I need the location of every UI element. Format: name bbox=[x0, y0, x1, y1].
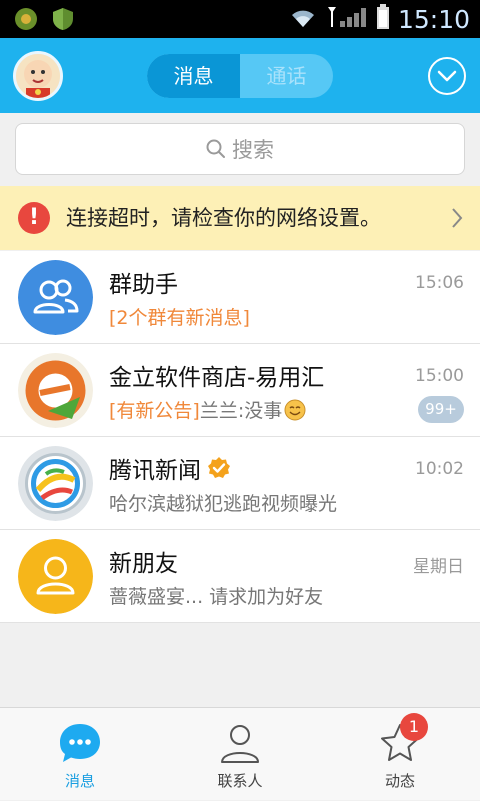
list-item[interactable]: 腾讯新闻 10:02 哈尔滨越狱犯逃跑视频曝光 bbox=[0, 437, 480, 530]
group-assistant-icon bbox=[18, 260, 93, 335]
battery-icon bbox=[376, 4, 390, 34]
list-item[interactable]: 群助手 15:06 [2个群有新消息] bbox=[0, 251, 480, 344]
app-store-icon bbox=[18, 353, 93, 428]
conversation-preview: 哈尔滨越狱犯逃跑视频曝光 bbox=[109, 493, 338, 515]
conversation-title: 金立软件商店-易用汇 bbox=[109, 365, 325, 391]
app-notification-icon bbox=[14, 7, 38, 31]
verified-badge-icon bbox=[208, 457, 230, 478]
unread-count-badge: 99+ bbox=[418, 396, 464, 423]
alert-icon: ! bbox=[18, 202, 50, 234]
conversation-time: 15:06 bbox=[415, 273, 464, 293]
chevron-right-icon bbox=[452, 208, 463, 228]
search-placeholder: 搜索 bbox=[232, 138, 274, 162]
search-box[interactable]: 搜索 bbox=[15, 123, 465, 175]
contacts-icon bbox=[221, 725, 259, 763]
conversation-title: 腾讯新闻 bbox=[109, 458, 201, 484]
smile-emoji-icon bbox=[284, 399, 306, 420]
more-menu-button[interactable] bbox=[428, 57, 466, 95]
tab-label: 动态 bbox=[384, 772, 415, 790]
tab-calls[interactable]: 通话 bbox=[240, 54, 333, 98]
conversation-time: 星期日 bbox=[413, 557, 464, 577]
wifi-icon bbox=[288, 5, 318, 33]
tencent-news-icon bbox=[18, 446, 93, 521]
tab-messages[interactable]: 消息 bbox=[147, 54, 240, 98]
title-bar: 消息 通话 bbox=[0, 38, 480, 113]
search-icon bbox=[206, 139, 225, 158]
network-warning-banner[interactable]: ! 连接超时，请检查你的网络设置。 bbox=[0, 186, 480, 250]
chevron-down-icon bbox=[437, 70, 457, 82]
segment-control: 消息 通话 bbox=[147, 54, 333, 98]
warning-text: 连接超时，请检查你的网络设置。 bbox=[66, 206, 381, 230]
conversation-preview: 蔷薇盛宴... 请求加为好友 bbox=[109, 586, 324, 608]
conversation-tag: [有新公告] bbox=[109, 400, 200, 422]
signal-icon bbox=[326, 5, 368, 33]
tab-contacts[interactable]: 联系人 bbox=[160, 708, 320, 801]
chat-bubble-icon bbox=[60, 724, 100, 762]
conversation-title: 群助手 bbox=[109, 272, 178, 298]
conversation-preview: 兰兰:没事 bbox=[199, 400, 283, 422]
clock: 15:10 bbox=[397, 4, 470, 34]
tab-label: 联系人 bbox=[217, 772, 263, 790]
shield-icon bbox=[52, 7, 74, 35]
tab-messages-bottom[interactable]: 消息 bbox=[0, 708, 160, 801]
conversation-list: 群助手 15:06 [2个群有新消息] 金立软件商店-易用汇 15:00 [有新… bbox=[0, 251, 480, 623]
list-item[interactable]: 金立软件商店-易用汇 15:00 [有新公告] 兰兰:没事 99+ bbox=[0, 344, 480, 437]
status-bar: 15:10 bbox=[0, 0, 480, 38]
conversation-time: 15:00 bbox=[415, 366, 464, 386]
conversation-time: 10:02 bbox=[415, 459, 464, 479]
conversation-tag: [2个群有新消息] bbox=[109, 307, 250, 329]
conversation-title: 新朋友 bbox=[109, 551, 178, 577]
new-friend-icon bbox=[18, 539, 93, 614]
notification-badge: 1 bbox=[400, 713, 428, 741]
tab-label: 消息 bbox=[64, 772, 95, 790]
avatar[interactable] bbox=[13, 51, 63, 101]
list-item[interactable]: 新朋友 星期日 蔷薇盛宴... 请求加为好友 bbox=[0, 530, 480, 623]
